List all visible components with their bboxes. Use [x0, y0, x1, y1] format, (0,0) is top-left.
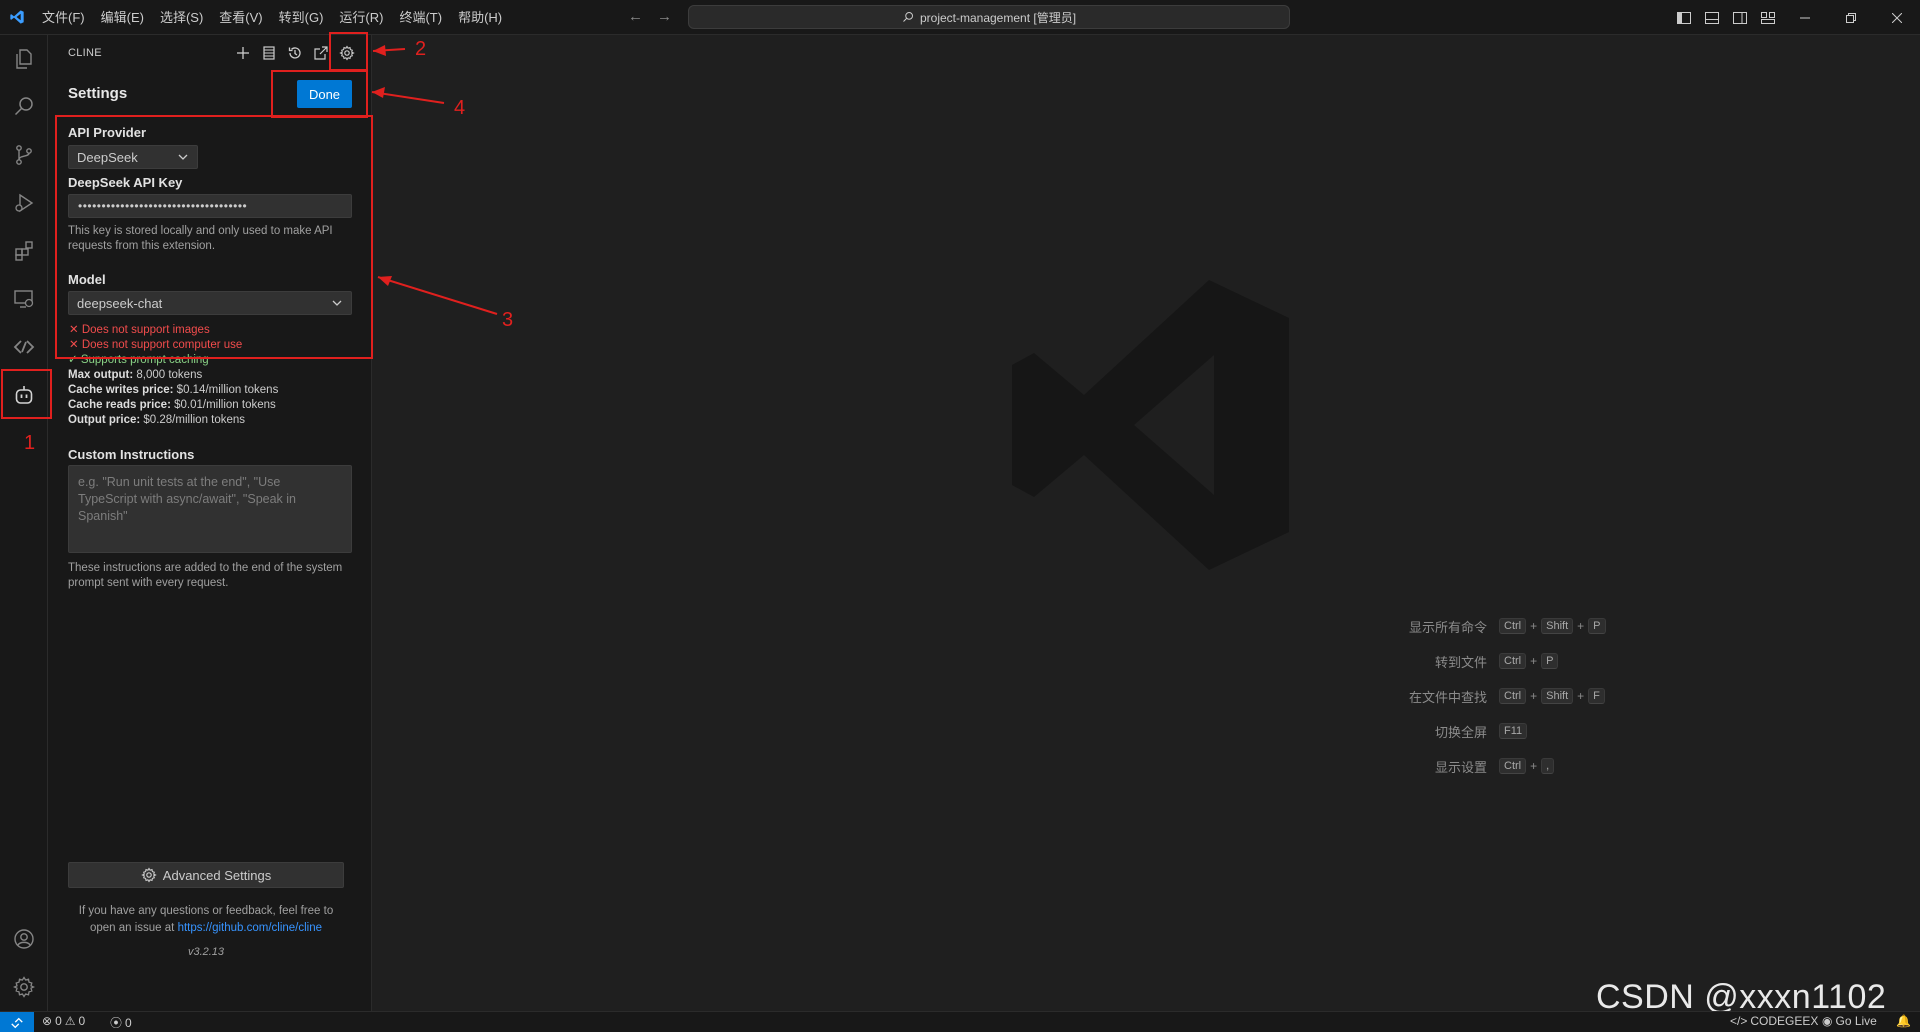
sidebar-title: CLINE: [68, 47, 102, 59]
codegeex-status[interactable]: </> CODEGEEX: [1730, 1014, 1818, 1028]
antenna-icon: ◉: [1822, 1014, 1833, 1028]
command-center-label: project-management [管理员]: [919, 10, 1077, 25]
arrow-left-icon[interactable]: ←: [628, 8, 643, 25]
version-label: v3.2.13: [187, 946, 225, 958]
arrow-right-icon[interactable]: →: [657, 8, 672, 25]
codegeex-icon[interactable]: [0, 323, 48, 371]
extensions-icon[interactable]: [0, 227, 48, 275]
annotation-box-1: [1, 369, 52, 419]
toggle-panel-icon[interactable]: [1698, 0, 1726, 35]
restore-icon[interactable]: [1828, 0, 1874, 35]
annotation-box-3: [55, 115, 373, 359]
menu-help[interactable]: 帮助(H): [450, 0, 510, 35]
problems-indicator[interactable]: ⊗ 0 ⚠ 0: [42, 1014, 85, 1028]
explorer-icon[interactable]: [0, 35, 48, 83]
custom-instructions-label: Custom Instructions: [68, 447, 195, 462]
vscode-logo-icon: [0, 0, 34, 35]
shortcut-show-commands: 显示所有命令 Ctrl + Shift + P: [1344, 616, 1606, 636]
custom-instructions-textarea[interactable]: e.g. "Run unit tests at the end", "Use T…: [68, 465, 352, 553]
title-bar: 文件(F) 编辑(E) 选择(S) 查看(V) 转到(G) 运行(R) 终端(T…: [0, 0, 1920, 35]
menu-view[interactable]: 查看(V): [211, 0, 270, 35]
vscode-window: 文件(F) 编辑(E) 选择(S) 查看(V) 转到(G) 运行(R) 终端(T…: [0, 0, 1920, 1032]
status-bar: ⊗ 0 ⚠ 0 ⦿ 0 </> CODEGEEX ◉ Go Live 🔔: [0, 1011, 1920, 1032]
menu-go[interactable]: 转到(G): [271, 0, 332, 35]
shortcut-find-in-files: 在文件中查找 Ctrl + Shift + F: [1344, 686, 1605, 706]
activity-bar: [0, 35, 48, 1011]
search-icon[interactable]: [0, 83, 48, 131]
manage-gear-icon[interactable]: [0, 963, 48, 1011]
mcp-servers-icon[interactable]: [256, 40, 282, 66]
customize-layout-icon[interactable]: [1754, 0, 1782, 35]
vscode-watermark-logo-icon: [1012, 280, 1289, 570]
github-link[interactable]: https://github.com/cline/cline: [178, 922, 322, 934]
title-bar-controls: [1670, 0, 1920, 35]
run-debug-icon[interactable]: [0, 179, 48, 227]
ports-indicator[interactable]: ⦿ 0: [110, 1014, 132, 1031]
close-icon[interactable]: [1874, 0, 1920, 35]
pricing-output: Output price: $0.28/million tokens: [68, 414, 246, 426]
command-center[interactable]: project-management [管理员]: [688, 5, 1290, 29]
navigation-arrows: ← →: [628, 8, 672, 25]
history-icon[interactable]: [282, 40, 308, 66]
minimize-icon[interactable]: [1782, 0, 1828, 35]
shortcut-go-to-file: 转到文件 Ctrl + P: [1344, 651, 1559, 671]
menu-selection[interactable]: 选择(S): [152, 0, 211, 35]
annotation-number-1: 1: [24, 432, 36, 454]
accounts-icon[interactable]: [0, 915, 48, 963]
broadcast-icon: ⦿: [110, 1016, 123, 1030]
go-live-status[interactable]: ◉ Go Live: [1822, 1014, 1877, 1028]
notifications-bell-icon[interactable]: 🔔: [1896, 1014, 1911, 1028]
editor-area: 显示所有命令 Ctrl + Shift + P 转到文件 Ctrl + P 在文件中查找 C…: [372, 35, 1920, 1011]
warning-icon: ⚠: [64, 1014, 76, 1028]
shortcut-toggle-fullscreen: 切换全屏 F11: [1344, 721, 1528, 741]
pricing-cache-writes: Cache writes price: $0.14/million tokens: [68, 384, 279, 396]
feedback-text: If you have any questions or feedback, f…: [78, 905, 334, 934]
menu-bar: 文件(F) 编辑(E) 选择(S) 查看(V) 转到(G) 运行(R) 终端(T…: [34, 0, 510, 35]
shortcut-show-settings: 显示设置 Ctrl +,: [1344, 756, 1555, 776]
annotation-number-4: 4: [454, 97, 466, 119]
menu-terminal[interactable]: 终端(T): [391, 0, 450, 35]
menu-file[interactable]: 文件(F): [34, 0, 93, 35]
settings-heading: Settings: [68, 85, 128, 102]
new-task-plus-icon[interactable]: [230, 40, 256, 66]
advanced-settings-button[interactable]: Advanced Settings: [68, 862, 344, 888]
search-icon: [903, 12, 913, 22]
error-icon: ⊗: [42, 1014, 53, 1028]
toggle-secondary-sidebar-icon[interactable]: [1726, 0, 1754, 35]
custom-instructions-help: These instructions are added to the end …: [68, 562, 343, 589]
gear-icon: [141, 867, 157, 883]
sidebar-header: CLINE: [48, 35, 372, 70]
code-icon: </>: [1730, 1014, 1748, 1028]
advanced-settings-label: Advanced Settings: [162, 867, 272, 883]
annotation-box-4: [271, 70, 368, 118]
annotation-number-2: 2: [415, 38, 427, 60]
remote-indicator-icon[interactable]: [0, 1012, 34, 1032]
annotation-box-2: [329, 32, 368, 71]
source-control-icon[interactable]: [0, 131, 48, 179]
pricing-max-output: Max output: 8,000 tokens: [68, 369, 203, 381]
annotation-number-3: 3: [502, 309, 514, 331]
toggle-primary-sidebar-icon[interactable]: [1670, 0, 1698, 35]
menu-run[interactable]: 运行(R): [331, 0, 391, 35]
remote-explorer-icon[interactable]: [0, 275, 48, 323]
pricing-cache-reads: Cache reads price: $0.01/million tokens: [68, 399, 276, 411]
menu-edit[interactable]: 编辑(E): [93, 0, 152, 35]
